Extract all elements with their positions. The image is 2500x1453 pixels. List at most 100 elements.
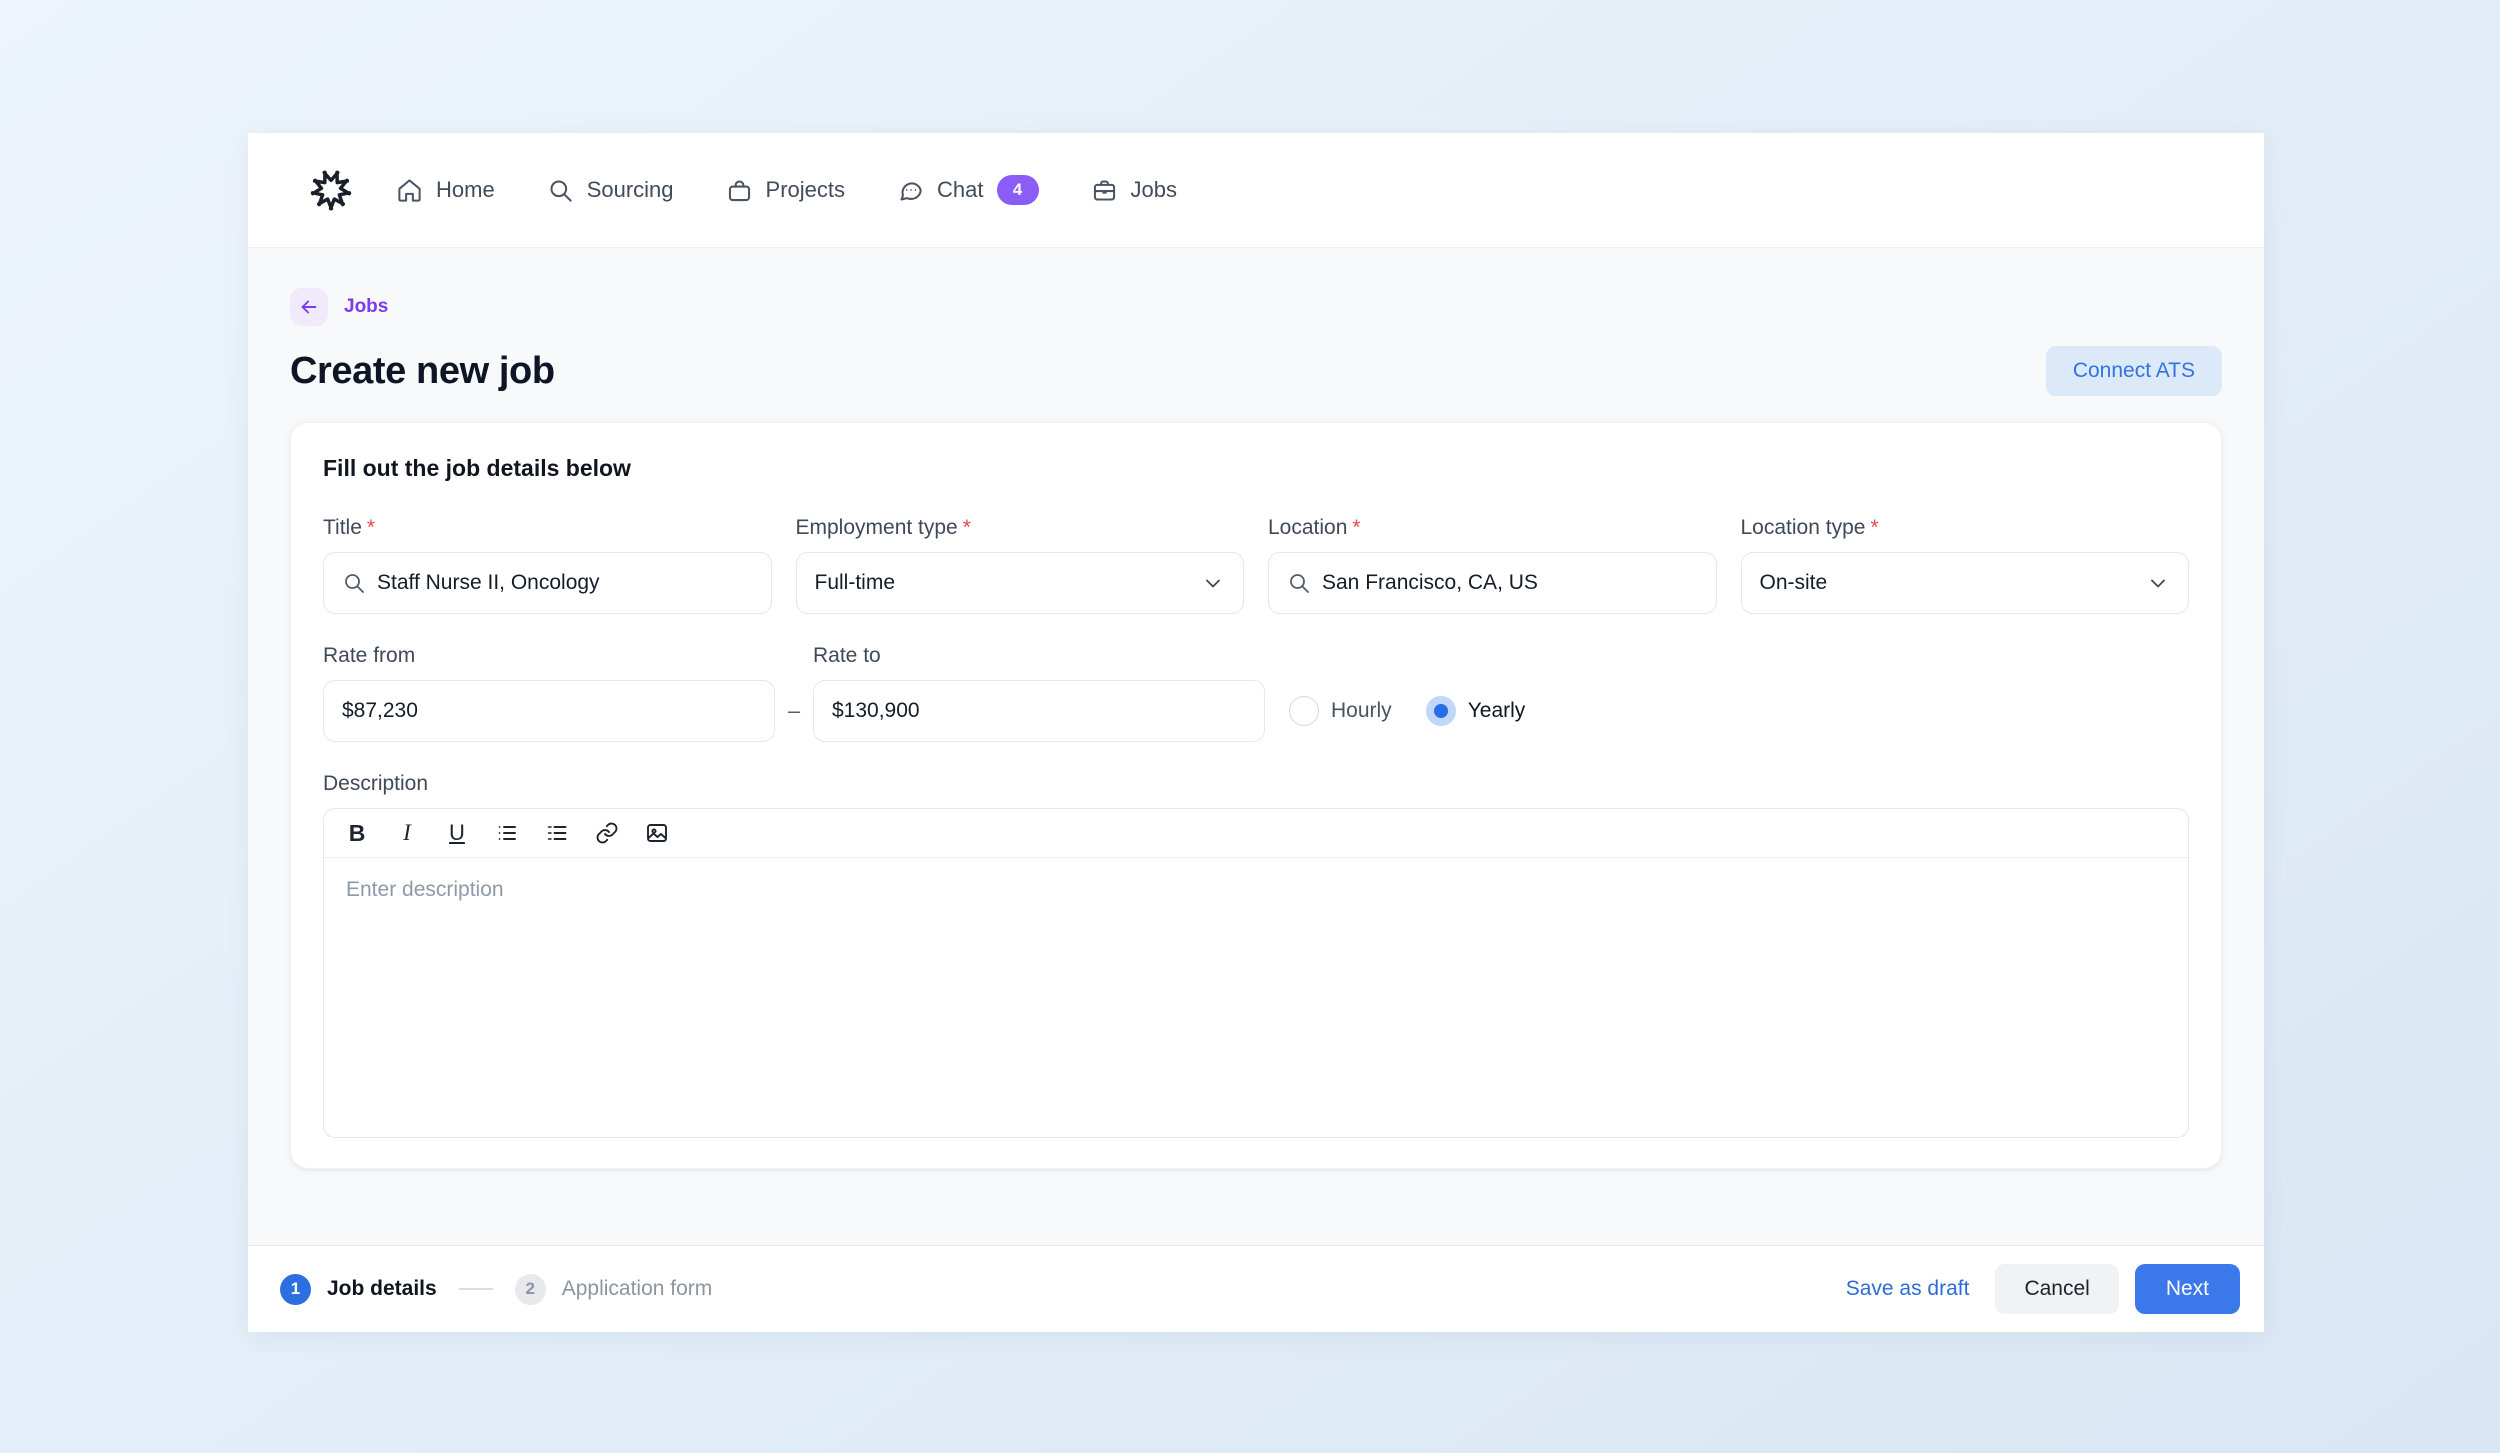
nav-item-label: Chat xyxy=(937,177,983,203)
connect-ats-button[interactable]: Connect ATS xyxy=(2046,346,2222,396)
step-separator xyxy=(459,1288,493,1290)
nav-item-sourcing[interactable]: Sourcing xyxy=(547,177,674,204)
employment-type-select[interactable]: Full-time xyxy=(796,552,1245,614)
location-input[interactable] xyxy=(1322,571,1698,595)
step-label: Job details xyxy=(327,1277,437,1301)
ordered-list-button[interactable] xyxy=(544,820,570,846)
search-icon xyxy=(1287,571,1311,595)
step-label: Application form xyxy=(562,1277,713,1301)
home-icon xyxy=(396,177,423,204)
location-type-select[interactable]: On-site xyxy=(1741,552,2190,614)
save-as-draft-button[interactable]: Save as draft xyxy=(1846,1277,1970,1301)
job-details-card: Fill out the job details below Title * xyxy=(290,422,2222,1169)
location-input-wrap xyxy=(1268,552,1717,614)
nav-item-label: Jobs xyxy=(1131,177,1177,203)
breadcrumb-jobs-link[interactable]: Jobs xyxy=(344,296,388,318)
rate-from-label: Rate from xyxy=(323,644,775,668)
bold-button[interactable]: B xyxy=(344,820,370,846)
nav-item-projects[interactable]: Projects xyxy=(726,177,845,204)
title-field-group: Title * xyxy=(323,516,772,614)
page-title: Create new job xyxy=(290,350,555,393)
nav-item-jobs[interactable]: Jobs xyxy=(1091,177,1177,204)
chat-icon xyxy=(897,177,924,204)
rate-from-input-wrap xyxy=(323,680,775,742)
required-asterisk: * xyxy=(1870,516,1878,540)
image-icon xyxy=(645,821,669,845)
radio-checked-icon xyxy=(1426,696,1456,726)
employment-type-field-group: Employment type * Full-time xyxy=(796,516,1245,614)
nav-items: Home Sourcing xyxy=(396,175,1177,205)
search-icon xyxy=(547,177,574,204)
card-heading: Fill out the job details below xyxy=(323,455,2189,482)
desktop-background: Home Sourcing xyxy=(0,0,2500,1453)
search-icon xyxy=(342,571,366,595)
rate-row: Rate from – Rate to xyxy=(323,644,2189,742)
nav-item-label: Home xyxy=(436,177,495,203)
rate-unit-radio-group: Hourly Yearly xyxy=(1289,680,1525,742)
rate-to-input-wrap xyxy=(813,680,1265,742)
title-input[interactable] xyxy=(377,571,753,595)
location-type-field-group: Location type * On-site xyxy=(1741,516,2190,614)
top-nav: Home Sourcing xyxy=(248,133,2264,248)
app-logo-icon[interactable] xyxy=(300,159,362,221)
chevron-down-icon xyxy=(2146,571,2170,595)
nav-item-label: Projects xyxy=(766,177,845,203)
fields-row-1: Title * xyxy=(323,516,2189,614)
step-number: 2 xyxy=(515,1274,546,1305)
link-icon xyxy=(595,821,619,845)
radio-option-hourly[interactable]: Hourly xyxy=(1289,696,1392,726)
description-textarea[interactable]: Enter description xyxy=(324,858,2188,1137)
ordered-list-icon xyxy=(545,821,569,845)
italic-button[interactable]: I xyxy=(394,820,420,846)
radio-unchecked-icon xyxy=(1289,696,1319,726)
back-button[interactable] xyxy=(290,288,328,326)
breadcrumb: Jobs xyxy=(290,288,2222,326)
next-button[interactable]: Next xyxy=(2135,1264,2240,1314)
nav-item-home[interactable]: Home xyxy=(396,177,495,204)
image-button[interactable] xyxy=(644,820,670,846)
main-content: Jobs Create new job Connect ATS Fill out… xyxy=(248,248,2264,1245)
editor-toolbar: B I U xyxy=(324,809,2188,858)
arrow-left-icon xyxy=(298,296,320,318)
chat-badge: 4 xyxy=(997,175,1039,205)
location-label: Location * xyxy=(1268,516,1717,540)
step-application-form[interactable]: 2 Application form xyxy=(515,1274,713,1305)
app-window: Home Sourcing xyxy=(248,133,2264,1332)
description-editor: B I U xyxy=(323,808,2189,1138)
employment-type-value: Full-time xyxy=(815,571,896,595)
title-label: Title * xyxy=(323,516,772,540)
bullet-list-button[interactable] xyxy=(494,820,520,846)
toolbox-icon xyxy=(726,177,753,204)
rate-to-label: Rate to xyxy=(813,644,1265,668)
rate-to-field-group: Rate to xyxy=(813,644,1265,742)
cancel-button[interactable]: Cancel xyxy=(1995,1264,2118,1314)
link-button[interactable] xyxy=(594,820,620,846)
description-field-group: Description B I U xyxy=(323,772,2189,1138)
radio-option-yearly[interactable]: Yearly xyxy=(1426,696,1526,726)
bullet-list-icon xyxy=(495,821,519,845)
briefcase-icon xyxy=(1091,177,1118,204)
underline-button[interactable]: U xyxy=(444,820,470,846)
nav-item-chat[interactable]: Chat 4 xyxy=(897,175,1038,205)
location-field-group: Location * xyxy=(1268,516,1717,614)
required-asterisk: * xyxy=(367,516,375,540)
required-asterisk: * xyxy=(963,516,971,540)
employment-type-label: Employment type * xyxy=(796,516,1245,540)
rate-from-field-group: Rate from xyxy=(323,644,775,742)
rate-from-input[interactable] xyxy=(342,699,756,723)
footer-actions: Save as draft Cancel Next xyxy=(1846,1264,2240,1314)
rate-separator: – xyxy=(775,680,813,742)
nav-item-label: Sourcing xyxy=(587,177,674,203)
rate-to-input[interactable] xyxy=(832,699,1246,723)
footer-bar: 1 Job details 2 Application form Save as… xyxy=(248,1245,2264,1332)
step-number: 1 xyxy=(280,1274,311,1305)
chevron-down-icon xyxy=(1201,571,1225,595)
description-label: Description xyxy=(323,772,2189,796)
page-header: Create new job Connect ATS xyxy=(290,346,2222,396)
title-input-wrap xyxy=(323,552,772,614)
location-type-label: Location type * xyxy=(1741,516,2190,540)
step-indicator: 1 Job details 2 Application form xyxy=(280,1274,712,1305)
location-type-value: On-site xyxy=(1760,571,1828,595)
required-asterisk: * xyxy=(1352,516,1360,540)
step-job-details[interactable]: 1 Job details xyxy=(280,1274,437,1305)
